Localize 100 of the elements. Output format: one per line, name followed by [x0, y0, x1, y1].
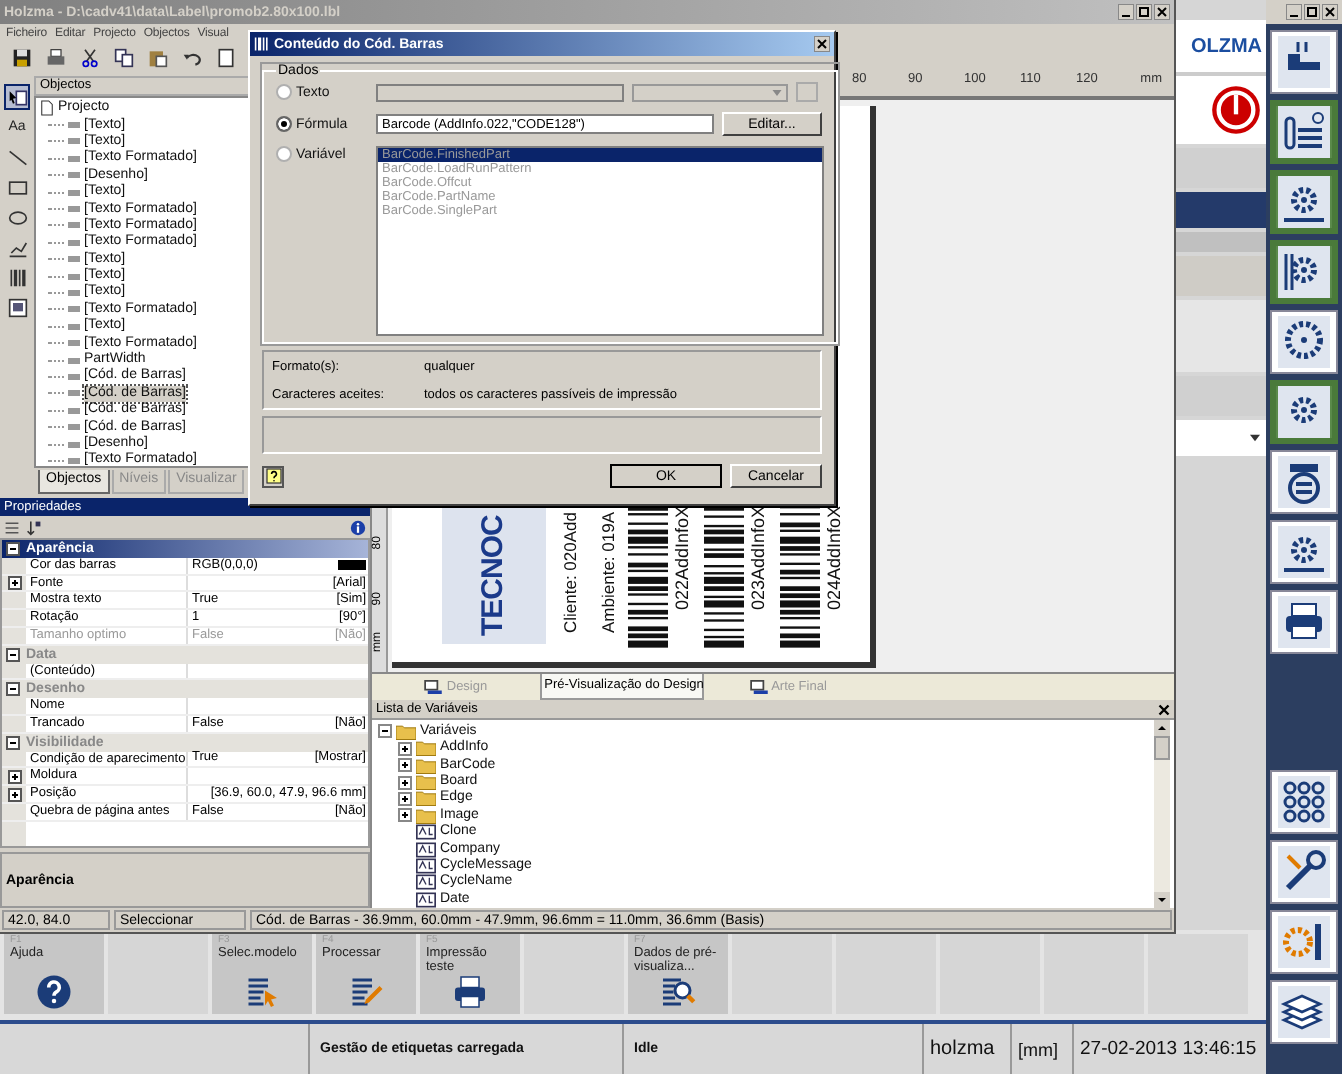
- sort-icon[interactable]: [26, 519, 42, 535]
- expand-icon[interactable]: [7, 787, 21, 802]
- field-icon: [416, 858, 436, 875]
- tool-button[interactable]: [1270, 30, 1338, 94]
- tool-button[interactable]: [1270, 170, 1338, 234]
- radio-circle[interactable]: [276, 146, 292, 162]
- empty-key: [524, 934, 624, 1015]
- field-icon: [416, 824, 436, 841]
- minimize-icon[interactable]: [1118, 4, 1134, 20]
- tool-button[interactable]: [1270, 100, 1338, 164]
- copy-icon: [113, 48, 133, 68]
- help-button[interactable]: [262, 465, 284, 487]
- dropdown-field[interactable]: [632, 83, 788, 101]
- radio-circle[interactable]: [276, 116, 292, 132]
- ellipse-icon: [7, 207, 27, 227]
- panel-bar: [1176, 232, 1266, 252]
- tool-button[interactable]: [1270, 980, 1338, 1044]
- tool-button[interactable]: [1270, 520, 1338, 584]
- expand-icon[interactable]: [398, 791, 412, 806]
- motor-icon: [1278, 456, 1330, 508]
- gear-wrench-icon: [1278, 916, 1330, 968]
- tool-button[interactable]: [1270, 240, 1338, 304]
- expand-icon[interactable]: [398, 741, 412, 756]
- toolbar-button[interactable]: [76, 46, 102, 70]
- scroll-down-icon[interactable]: [1154, 892, 1170, 908]
- toolbar-button[interactable]: [42, 46, 68, 70]
- expand-icon[interactable]: [7, 575, 21, 590]
- gear-icon: [1278, 246, 1330, 298]
- info-icon[interactable]: [350, 519, 366, 535]
- image-icon: [7, 297, 27, 317]
- date-time: 27-02-2013 13:46:15: [1078, 1036, 1259, 1065]
- caret-icon: [1250, 434, 1260, 442]
- empty-key: [940, 934, 1040, 1015]
- maximize-icon[interactable]: [1136, 4, 1152, 20]
- gear-icon: [1278, 316, 1330, 368]
- empty-key: [108, 934, 208, 1015]
- tool-button[interactable]: [1270, 770, 1338, 834]
- tool-button[interactable]: [1270, 310, 1338, 374]
- empty-key: [1148, 934, 1248, 1015]
- roller-icon: [1278, 106, 1330, 158]
- cut-icon: [79, 48, 99, 68]
- tool-button[interactable]: [1270, 590, 1338, 654]
- close-icon[interactable]: [814, 36, 830, 52]
- barcode-drawing: [628, 506, 668, 650]
- restore-icon[interactable]: [1304, 4, 1320, 20]
- scrollbar[interactable]: [1154, 719, 1170, 908]
- collapse-icon[interactable]: [6, 682, 20, 697]
- field-icon: [416, 874, 436, 891]
- toolbar-button[interactable]: [8, 46, 34, 70]
- tool-button[interactable]: [1270, 450, 1338, 514]
- label-text: Ambiente: 019A: [598, 512, 618, 633]
- empty-key: [1044, 934, 1144, 1015]
- chart-icon: [7, 237, 27, 257]
- tool-button[interactable]: [4, 294, 30, 320]
- radio-circle[interactable]: [276, 84, 292, 100]
- tool-button[interactable]: [1270, 380, 1338, 444]
- field-icon: [416, 841, 436, 858]
- gear-icon: [1278, 386, 1330, 438]
- tool-button[interactable]: [1270, 910, 1338, 974]
- help-icon: [265, 468, 281, 484]
- collapse-icon[interactable]: [6, 647, 20, 662]
- close-icon[interactable]: [1158, 703, 1170, 716]
- close-icon[interactable]: [1154, 4, 1170, 20]
- tool-button[interactable]: [1270, 840, 1338, 904]
- paste-icon: [147, 48, 167, 68]
- collapse-icon[interactable]: [378, 724, 392, 739]
- toolbar-button[interactable]: [110, 46, 136, 70]
- view-icon: [749, 679, 768, 694]
- view-icon: [424, 679, 443, 694]
- dropdown-field[interactable]: [1176, 420, 1266, 456]
- barcode-icon: [7, 267, 27, 287]
- empty-key: [836, 934, 936, 1015]
- logo-text: TECNOC: [442, 508, 546, 644]
- barcode-text: 022AddInfoX: [672, 506, 692, 611]
- wrench-icon: [1278, 846, 1330, 898]
- user-name: holzma: [924, 1024, 1012, 1074]
- toolbar-button[interactable]: [144, 46, 170, 70]
- rectangle-icon: [7, 177, 27, 197]
- expand-icon[interactable]: [398, 758, 412, 773]
- expand-icon[interactable]: [7, 769, 21, 784]
- document-magnifier-icon: [658, 974, 698, 1011]
- collapse-icon[interactable]: [6, 735, 20, 750]
- label-text: Cliente: 020Add: [560, 512, 580, 633]
- printer-icon: [1278, 596, 1330, 648]
- undo-icon: [181, 48, 201, 68]
- expand-icon[interactable]: [398, 808, 412, 823]
- help-icon: [34, 974, 74, 1011]
- lift-icon: [1278, 36, 1330, 88]
- collapse-icon[interactable]: [6, 541, 20, 556]
- power-icon[interactable]: [1210, 84, 1262, 136]
- page-icon: [215, 48, 235, 68]
- categorized-icon[interactable]: [4, 519, 20, 535]
- printer-icon: [450, 974, 490, 1011]
- minimize-icon[interactable]: [1286, 4, 1302, 20]
- close-icon[interactable]: [1322, 4, 1338, 20]
- expand-icon[interactable]: [398, 775, 412, 790]
- scroll-thumb[interactable]: [1154, 735, 1170, 760]
- save-icon: [11, 48, 31, 68]
- text-field[interactable]: [376, 83, 624, 101]
- tool-button[interactable]: [4, 84, 30, 110]
